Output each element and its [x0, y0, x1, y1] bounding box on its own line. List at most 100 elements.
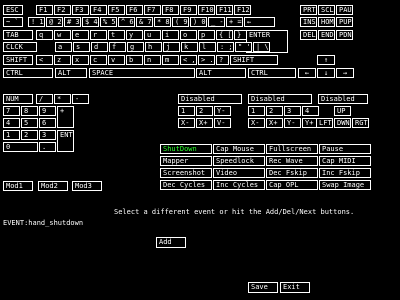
key-f9[interactable]: F9	[180, 5, 197, 15]
key-1[interactable]: ! 1	[28, 17, 45, 27]
key-arrow-left[interactable]: ←	[298, 68, 316, 78]
numpad-1[interactable]: 1	[3, 130, 20, 140]
key-p[interactable]: p	[198, 30, 215, 40]
key-period[interactable]: > .	[198, 55, 215, 65]
hat-left[interactable]: LFT	[316, 118, 333, 128]
key-4[interactable]: $ 4	[82, 17, 99, 27]
key-0[interactable]: ) 0	[190, 17, 207, 27]
key-arrow-up[interactable]: ↑	[317, 55, 335, 65]
event-cap-midi[interactable]: Cap MIDI	[319, 156, 371, 166]
key-end[interactable]: END	[318, 30, 335, 40]
mod2-button[interactable]: Mod2	[38, 181, 68, 191]
key-f10[interactable]: F10	[198, 5, 215, 15]
key-f11[interactable]: F11	[216, 5, 233, 15]
key-lessthan[interactable]: <	[36, 55, 53, 65]
key-esc[interactable]: ESC	[3, 5, 23, 15]
numpad-4[interactable]: 4	[3, 118, 20, 128]
event-shutdown[interactable]: ShutDown	[160, 144, 212, 154]
save-button[interactable]: Save	[248, 282, 278, 293]
key-r[interactable]: r	[90, 30, 107, 40]
numpad-plus[interactable]: +	[57, 106, 74, 128]
key-f6[interactable]: F6	[126, 5, 143, 15]
event-speedlock[interactable]: Speedlock	[213, 156, 265, 166]
mod3-button[interactable]: Mod3	[72, 181, 102, 191]
key-lctrl[interactable]: CTRL	[3, 68, 53, 78]
joy1-y-minus[interactable]: Y-	[214, 106, 231, 116]
numpad-7[interactable]: 7	[3, 106, 20, 116]
key-6[interactable]: ^ 6	[118, 17, 135, 27]
event-swap-image[interactable]: Swap Image	[319, 180, 371, 190]
key-tab[interactable]: TAB	[3, 30, 33, 40]
key-lshift[interactable]: SHIFT	[3, 55, 33, 65]
key-equals[interactable]: + =	[226, 17, 243, 27]
key-7[interactable]: & 7	[136, 17, 153, 27]
hat-right[interactable]: RGT	[352, 118, 369, 128]
key-quote[interactable]: " '	[235, 42, 252, 52]
key-y[interactable]: y	[126, 30, 143, 40]
numpad-0[interactable]: 0	[3, 142, 38, 152]
event-screenshot[interactable]: Screenshot	[160, 168, 212, 178]
key-arrow-down[interactable]: ↓	[317, 68, 335, 78]
key-backspace[interactable]: ←	[244, 17, 275, 27]
key-2[interactable]: @ 2	[46, 17, 63, 27]
key-lbracket[interactable]: { [	[216, 30, 233, 40]
mod1-button[interactable]: Mod1	[3, 181, 33, 191]
event-dec-cycles[interactable]: Dec Cycles	[160, 180, 212, 190]
key-g[interactable]: g	[127, 42, 144, 52]
numpad-minus[interactable]: -	[72, 94, 89, 104]
key-rctrl[interactable]: CTRL	[248, 68, 296, 78]
numpad-divide[interactable]: /	[36, 94, 53, 104]
numpad-9[interactable]: 9	[39, 106, 56, 116]
key-f7[interactable]: F7	[144, 5, 161, 15]
exit-button[interactable]: Exit	[280, 282, 310, 293]
key-f8[interactable]: F8	[162, 5, 179, 15]
numpad-enter[interactable]: ENT	[57, 130, 74, 152]
joy1-x-plus[interactable]: X+	[196, 118, 213, 128]
key-q[interactable]: q	[36, 30, 53, 40]
key-e[interactable]: e	[72, 30, 89, 40]
numpad-3[interactable]: 3	[39, 130, 56, 140]
key-a[interactable]: a	[55, 42, 72, 52]
key-t[interactable]: t	[108, 30, 125, 40]
joy1-x-minus[interactable]: X-	[178, 118, 195, 128]
hat-title[interactable]: Disabled	[318, 94, 368, 104]
numpad-5[interactable]: 5	[21, 118, 38, 128]
event-fullscreen[interactable]: Fullscreen	[266, 144, 318, 154]
event-dec-fskip[interactable]: Dec Fskip	[266, 168, 318, 178]
hat-up[interactable]: UP	[334, 106, 351, 116]
hat-down[interactable]: DWN	[334, 118, 351, 128]
key-rshift[interactable]: SHIFT	[230, 55, 278, 65]
key-v[interactable]: v	[108, 55, 125, 65]
key-8[interactable]: * 8	[154, 17, 171, 27]
event-inc-cycles[interactable]: Inc Cycles	[213, 180, 265, 190]
joy2-button-4[interactable]: 4	[302, 106, 319, 116]
key-c[interactable]: c	[90, 55, 107, 65]
event-cap-opl[interactable]: Cap OPL	[266, 180, 318, 190]
key-printscreen[interactable]: PRT	[300, 5, 317, 15]
key-f[interactable]: f	[109, 42, 126, 52]
key-k[interactable]: k	[181, 42, 198, 52]
numpad-2[interactable]: 2	[21, 130, 38, 140]
key-pagedown[interactable]: PDN	[336, 30, 353, 40]
key-insert[interactable]: INS	[300, 17, 317, 27]
key-delete[interactable]: DEL	[300, 30, 317, 40]
event-inc-fskip[interactable]: Inc Fskip	[319, 168, 371, 178]
key-f5[interactable]: F5	[108, 5, 125, 15]
key-capslock[interactable]: CLCK	[3, 42, 37, 52]
numpad-6[interactable]: 6	[39, 118, 56, 128]
key-home[interactable]: HOM	[318, 17, 335, 27]
key-z[interactable]: z	[54, 55, 71, 65]
joy2-y-minus[interactable]: Y-	[284, 118, 301, 128]
key-comma[interactable]: < ,	[180, 55, 197, 65]
key-ralt[interactable]: ALT	[196, 68, 246, 78]
joy2-x-plus[interactable]: X+	[266, 118, 283, 128]
key-arrow-right[interactable]: →	[336, 68, 354, 78]
key-5[interactable]: % 5	[100, 17, 117, 27]
key-f2[interactable]: F2	[54, 5, 71, 15]
event-pause[interactable]: Pause	[319, 144, 371, 154]
joy1-button-1[interactable]: 1	[178, 106, 195, 116]
key-slash[interactable]: ? /	[216, 55, 229, 65]
event-mapper[interactable]: Mapper	[160, 156, 212, 166]
key-s[interactable]: s	[73, 42, 90, 52]
key-w[interactable]: w	[54, 30, 71, 40]
